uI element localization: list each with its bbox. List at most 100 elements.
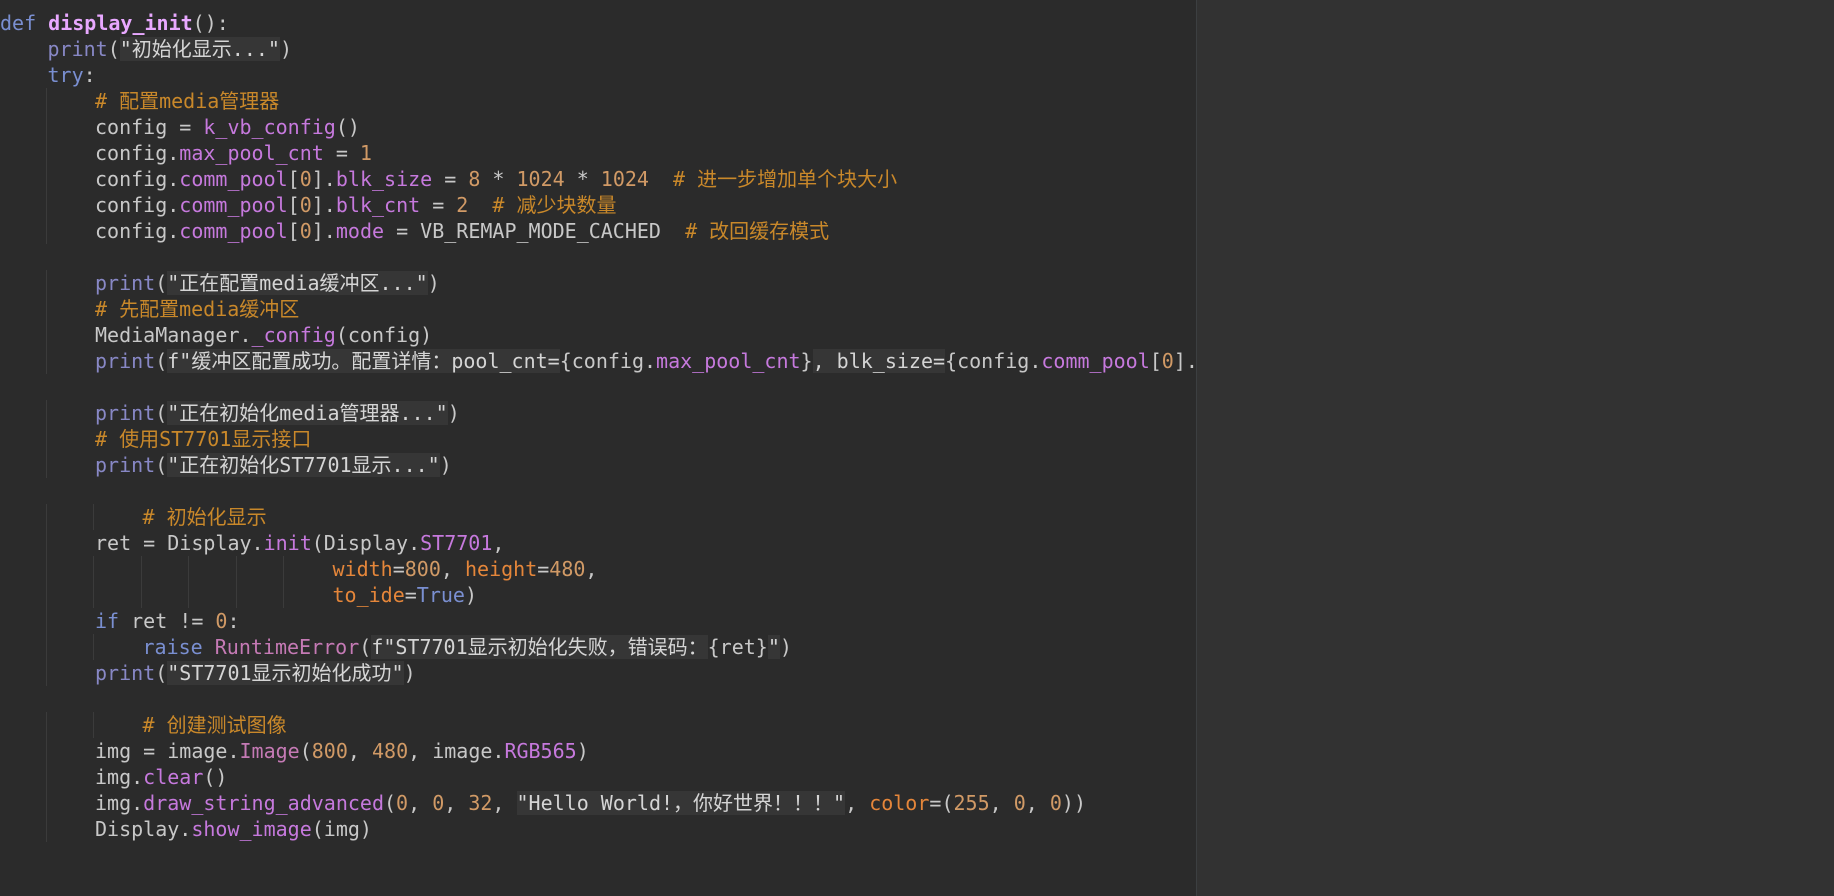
code-line[interactable]: width=800, height=480, xyxy=(333,556,598,582)
code-line[interactable]: if ret != 0: xyxy=(95,608,240,634)
code-token: 0 xyxy=(1049,791,1062,815)
indent-guide xyxy=(45,322,47,348)
code-line[interactable]: print("初始化显示...") xyxy=(48,36,292,62)
code-token: _config xyxy=(251,323,336,347)
code-token: 0 xyxy=(1161,349,1174,373)
code-token: ]. xyxy=(311,219,336,243)
indent-guide xyxy=(283,582,284,608)
code-token: draw_string_advanced xyxy=(143,791,384,815)
code-line[interactable]: # 配置media管理器 xyxy=(95,88,279,114)
code-token: 0 xyxy=(299,219,312,243)
indent-guide xyxy=(45,192,47,218)
code-token: 1024 xyxy=(516,167,565,191)
code-token: comm_pool xyxy=(179,167,288,191)
code-token: ( xyxy=(384,791,397,815)
code-line[interactable]: config.comm_pool[0].blk_size = 8 * 1024 … xyxy=(95,166,897,192)
code-token: ]. xyxy=(311,193,336,217)
indent-guide xyxy=(45,764,47,790)
code-token: ( xyxy=(155,271,168,295)
code-token: comm_pool xyxy=(179,193,288,217)
code-token: config = xyxy=(95,115,204,139)
code-line[interactable]: config.comm_pool[0].mode = VB_REMAP_MODE… xyxy=(95,218,829,244)
indent-guide xyxy=(45,88,47,114)
code-token: 0 xyxy=(1013,791,1026,815)
code-line[interactable]: img.clear() xyxy=(95,764,227,790)
indent-guide xyxy=(45,556,47,582)
code-token: RGB565 xyxy=(504,739,577,763)
code-token: 480 xyxy=(549,557,586,581)
code-token: ) xyxy=(439,453,452,477)
code-token: comm_pool xyxy=(179,219,288,243)
code-line[interactable]: print("正在初始化media管理器...") xyxy=(95,400,460,426)
code-token: try xyxy=(47,63,84,87)
code-token: max_pool_cnt xyxy=(179,141,324,165)
code-token: # 初始化显示 xyxy=(142,505,267,529)
code-line[interactable]: img = image.Image(800, 480, image.RGB565… xyxy=(95,738,589,764)
code-line[interactable]: config.max_pool_cnt = 1 xyxy=(95,140,372,166)
code-token: ST7701 xyxy=(420,531,493,555)
code-token: , image. xyxy=(408,739,505,763)
code-token: mode xyxy=(335,219,385,243)
code-token: max_pool_cnt xyxy=(656,349,801,373)
code-token: [ xyxy=(287,193,300,217)
indent-guide xyxy=(283,556,284,582)
code-token: print xyxy=(95,453,156,477)
code-line[interactable]: # 创建测试图像 xyxy=(143,712,287,738)
code-token: ( xyxy=(155,453,168,477)
code-token: )) xyxy=(1061,791,1086,815)
indent-guide xyxy=(45,400,47,426)
code-token: show_image xyxy=(191,817,312,841)
code-token: } xyxy=(800,349,813,373)
code-line[interactable]: print("正在初始化ST7701显示...") xyxy=(95,452,452,478)
code-token: , xyxy=(1025,791,1050,815)
code-token: height xyxy=(464,557,538,581)
code-token: blk_size xyxy=(335,167,433,191)
code-token: = xyxy=(432,167,469,191)
code-token: if xyxy=(95,609,120,633)
code-line[interactable]: try: xyxy=(48,62,96,88)
code-token: "正在初始化media管理器..." xyxy=(167,401,448,425)
code-line[interactable]: # 先配置media缓冲区 xyxy=(95,296,299,322)
code-token: (): xyxy=(192,11,229,35)
code-token: 2 xyxy=(456,193,469,217)
code-line[interactable]: print("ST7701显示初始化成功") xyxy=(95,660,416,686)
code-line[interactable]: print("正在配置media缓冲区...") xyxy=(95,270,440,296)
code-token: True xyxy=(416,583,465,607)
code-token: 0 xyxy=(299,193,312,217)
code-line[interactable]: raise RuntimeError(f"ST7701显示初始化失败，错误码：{… xyxy=(143,634,792,660)
code-token: : xyxy=(227,609,240,633)
code-token: config. xyxy=(95,141,180,165)
code-token: = xyxy=(323,141,360,165)
code-token: ret != xyxy=(119,609,216,633)
code-line[interactable]: def display_init(): xyxy=(0,10,229,36)
code-token: {config. xyxy=(945,349,1042,373)
code-token: , xyxy=(444,791,469,815)
code-token: (config) xyxy=(335,323,433,347)
code-line[interactable]: Display.show_image(img) xyxy=(95,816,372,842)
code-line[interactable]: # 初始化显示 xyxy=(143,504,267,530)
code-token: 1024 xyxy=(600,167,649,191)
code-token: (img) xyxy=(311,817,372,841)
indent-guide xyxy=(45,712,47,738)
code-line[interactable]: to_ide=True) xyxy=(333,582,478,608)
code-token: ) xyxy=(427,271,440,295)
code-line[interactable]: img.draw_string_advanced(0, 0, 32, "Hell… xyxy=(95,790,1086,816)
code-token: , xyxy=(492,531,505,555)
code-line[interactable]: ret = Display.init(Display.ST7701, xyxy=(95,530,504,556)
code-token: {config. xyxy=(559,349,657,373)
code-token: # 进一步增加单个块大小 xyxy=(673,167,898,191)
code-token: def xyxy=(0,11,49,35)
code-line[interactable]: config.comm_pool[0].blk_cnt = 2 # 减少块数量 xyxy=(95,192,617,218)
code-token: = xyxy=(404,583,417,607)
code-token: = xyxy=(420,193,457,217)
code-token: ( xyxy=(155,401,168,425)
code-line[interactable]: # 使用ST7701显示接口 xyxy=(95,426,311,452)
code-token: # 先配置media缓冲区 xyxy=(95,297,300,321)
indent-guide xyxy=(45,582,47,608)
code-line[interactable]: MediaManager._config(config) xyxy=(95,322,432,348)
code-token: 0 xyxy=(299,167,312,191)
code-line[interactable]: config = k_vb_config() xyxy=(95,114,360,140)
code-token: * xyxy=(480,167,517,191)
